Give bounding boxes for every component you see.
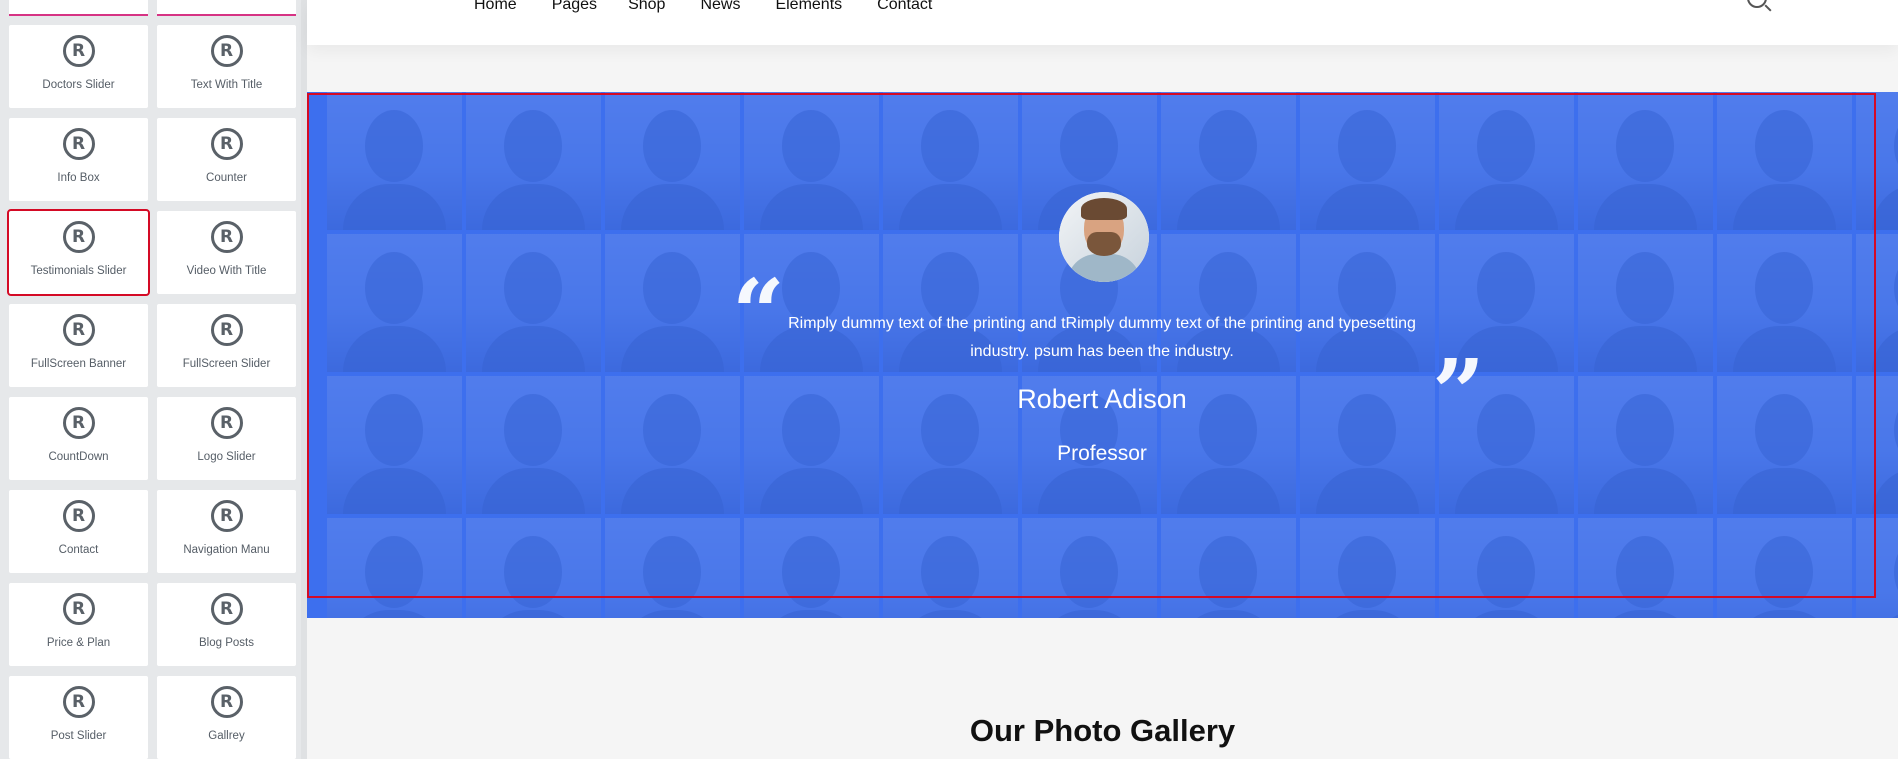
- registered-icon: R: [62, 35, 95, 67]
- quote-close-icon: ”: [1432, 339, 1485, 447]
- widget-label: Blog Posts: [199, 637, 254, 649]
- widget-label: FullScreen Slider: [182, 358, 271, 370]
- widget-gallrey[interactable]: R Gallrey: [157, 676, 296, 759]
- widget-label: Info Box: [57, 172, 100, 184]
- testimonial-name: Robert Adison: [1017, 384, 1187, 414]
- widget-doctors-slider[interactable]: R Doctors Slider: [9, 25, 148, 108]
- registered-icon: R: [210, 686, 243, 718]
- widget-info-box[interactable]: R Info Box: [9, 118, 148, 201]
- widget-label: Navigation Manu: [183, 544, 270, 556]
- widget-counter[interactable]: R Counter: [157, 118, 296, 201]
- widget-video-with-title[interactable]: R Video With Title: [157, 211, 296, 294]
- registered-icon: R: [210, 35, 243, 67]
- testimonial-quote: Rimply dummy text of the printing and tR…: [788, 315, 1416, 360]
- registered-icon: R: [62, 128, 95, 160]
- widget-logo-slider[interactable]: R Logo Slider: [157, 397, 296, 480]
- widget-label: Testimonials Slider: [30, 265, 127, 277]
- widget-blog-posts[interactable]: R Blog Posts: [157, 583, 296, 666]
- widget-text-with-title[interactable]: R Text With Title: [157, 25, 296, 108]
- registered-icon: R: [62, 314, 95, 346]
- testimonial-role: Professor: [1057, 442, 1147, 465]
- widget-navigation-manu[interactable]: R Navigation Manu: [157, 490, 296, 573]
- nav-contact[interactable]: Contact: [877, 0, 932, 14]
- widget-testimonials-slider[interactable]: R Testimonials Slider: [7, 209, 150, 296]
- registered-icon: R: [210, 593, 243, 625]
- widget-label: CountDown: [48, 451, 109, 463]
- registered-icon: R: [210, 221, 243, 253]
- nav-pages[interactable]: Pages: [552, 0, 597, 14]
- registered-icon: R: [62, 686, 95, 718]
- nav-news[interactable]: News: [700, 0, 740, 14]
- registered-icon: R: [62, 593, 95, 625]
- widget-label: Counter: [206, 172, 247, 184]
- search-icon[interactable]: [1747, 0, 1767, 8]
- widget-label: Contact: [58, 544, 99, 556]
- page-canvas: Home Pages Shop News Elements Contact “ …: [307, 0, 1898, 759]
- registered-icon: R: [62, 500, 95, 532]
- section-title: Our Photo Gallery: [969, 713, 1236, 748]
- widget-card-partial[interactable]: [157, 0, 296, 16]
- site-header: Home Pages Shop News Elements Contact: [307, 0, 1898, 45]
- widget-label: Price & Plan: [46, 637, 111, 649]
- registered-icon: R: [62, 221, 95, 253]
- widget-contact[interactable]: R Contact: [9, 490, 148, 573]
- nav-elements[interactable]: Elements: [775, 0, 842, 14]
- widget-label: Video With Title: [186, 265, 267, 277]
- registered-icon: R: [210, 128, 243, 160]
- widget-countdown[interactable]: R CountDown: [9, 397, 148, 480]
- widget-label: Doctors Slider: [42, 79, 115, 91]
- widget-price-plan[interactable]: R Price & Plan: [9, 583, 148, 666]
- main-nav: Home Pages Shop News Elements Contact: [474, 0, 967, 14]
- nav-shop[interactable]: Shop: [628, 0, 665, 14]
- testimonials-slider-section[interactable]: “ Rimply dummy text of the printing and …: [307, 92, 1898, 618]
- widget-label: Gallrey: [208, 730, 245, 742]
- registered-icon: R: [210, 407, 243, 439]
- widget-fullscreen-banner[interactable]: R FullScreen Banner: [9, 304, 148, 387]
- registered-icon: R: [210, 500, 243, 532]
- widget-label: FullScreen Banner: [30, 358, 127, 370]
- registered-icon: R: [62, 407, 95, 439]
- widget-fullscreen-slider[interactable]: R FullScreen Slider: [157, 304, 296, 387]
- widget-label: Post Slider: [50, 730, 107, 742]
- widget-label: Text With Title: [190, 79, 263, 91]
- testimonial-avatar: [1059, 192, 1149, 282]
- registered-icon: R: [210, 314, 243, 346]
- widget-card-partial[interactable]: [9, 0, 148, 16]
- nav-home[interactable]: Home: [474, 0, 517, 14]
- widget-panel: R Doctors Slider R Text With Title R Inf…: [0, 0, 307, 759]
- widget-label: Logo Slider: [197, 451, 256, 463]
- widget-post-slider[interactable]: R Post Slider: [9, 676, 148, 759]
